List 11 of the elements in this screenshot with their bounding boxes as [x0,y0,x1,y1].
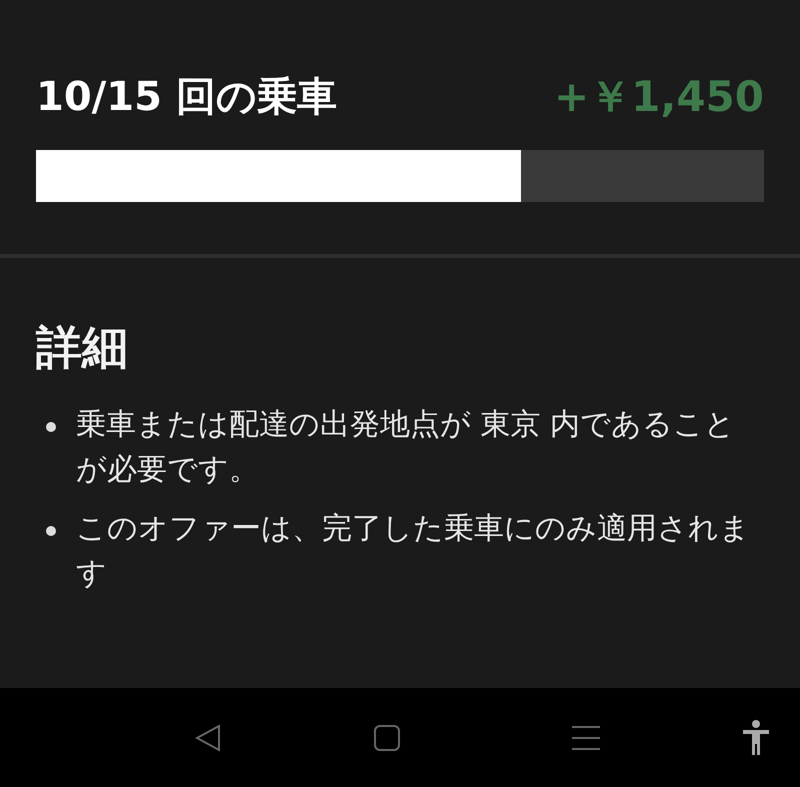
bullet-icon [46,526,56,536]
accessibility-icon[interactable] [742,720,770,756]
details-heading: 詳細 [36,319,129,376]
back-icon[interactable] [195,724,221,752]
detail-text: 乗車または配達の出発地点が 東京 内であることが必要です。 [76,406,736,490]
menu-icon[interactable] [572,724,600,750]
home-icon[interactable] [372,724,401,752]
ride-count-title: 10/15 回の乗車 [36,73,337,122]
detail-text: このオファーは、完了した乗車にのみ適用されます [76,510,751,594]
reward-amount: +￥1,450 [554,72,764,122]
bullet-icon [46,422,56,432]
